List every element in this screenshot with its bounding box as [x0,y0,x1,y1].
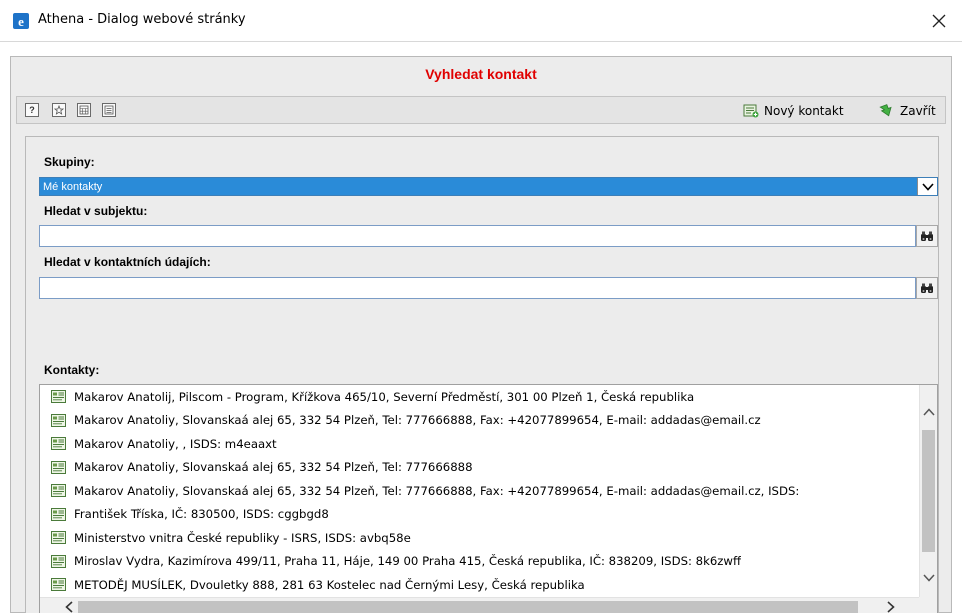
list-item[interactable]: Makarov Anatoliy, Slovanskaá alej 65, 33… [40,409,920,433]
new-contact-button[interactable]: Nový kontakt [743,101,844,121]
dialog-header: Vyhledat kontakt [11,57,951,90]
contact-card-icon [51,413,66,427]
contact-text: Makarov Anatoliy, Slovanskaá alej 65, 33… [74,413,761,428]
page-title: Vyhledat kontakt [425,65,537,82]
list-item[interactable]: Makarov Anatoliy, , ISDS: m4eaaxt [40,432,920,456]
groups-select-value: Mé kontakty [43,180,103,193]
search-subject-label: Hledat v subjektu: [44,204,148,218]
binoculars-icon [921,283,933,293]
scroll-right-icon[interactable] [882,598,900,613]
list-view-icon[interactable] [102,103,116,117]
favorite-icon[interactable] [52,103,66,117]
help-icon[interactable]: ? [25,103,39,117]
close-icon [932,14,946,28]
contact-card-icon [51,507,66,521]
contact-card-icon [51,531,66,545]
search-contact-button[interactable] [916,277,938,299]
contact-text: METODĚJ MUSÍLEK, Dvouletky 888, 281 63 K… [74,577,585,592]
new-contact-label: Nový kontakt [764,104,844,118]
contact-text: Makarov Anatoliy, Slovanskaá alej 65, 33… [74,483,800,498]
list-item[interactable]: Makarov Anatoliy, Slovanskaá alej 65, 33… [40,456,920,480]
close-dialog-button[interactable]: Zavřít [879,101,936,121]
list-item[interactable]: Miroslav Vydra, Kazimírova 499/11, Praha… [40,550,920,574]
new-contact-icon [743,104,759,118]
contact-card-icon [51,390,66,404]
scroll-down-icon[interactable] [920,569,937,587]
contact-text: Makarov Anatolij, Pilscom - Program, Kří… [74,389,695,404]
vertical-scroll-thumb[interactable] [922,430,935,552]
window-title: Athena - Dialog webové stránky [38,12,246,27]
contacts-label: Kontakty: [44,363,100,377]
binoculars-icon [921,231,933,241]
search-subject-button[interactable] [916,225,938,247]
search-panel: Skupiny: Mé kontakty Hledat v subjektu: [25,136,939,613]
scroll-corner [919,597,937,613]
window-close-button[interactable] [916,0,962,42]
close-dialog-label: Zavřít [900,104,936,118]
search-contact-label: Hledat v kontaktních údajích: [44,255,211,269]
ie-icon: e [13,13,29,29]
search-contact-input[interactable] [39,277,916,299]
scroll-left-icon[interactable] [60,598,78,613]
list-item[interactable]: František Tříska, IČ: 830500, ISDS: cggb… [40,503,920,527]
contact-text: Ministerstvo vnitra České republiky - IS… [74,530,411,545]
contacts-rows: Makarov Anatolij, Pilscom - Program, Kří… [40,385,920,597]
contact-text: Makarov Anatoliy, Slovanskaá alej 65, 33… [74,460,473,475]
groups-select[interactable]: Mé kontakty [39,177,938,196]
groups-label: Skupiny: [44,155,95,169]
dialog: Vyhledat kontakt ? Nový kontakt Zavřít S… [10,56,952,613]
scroll-up-icon[interactable] [920,403,937,421]
contact-card-icon [51,460,66,474]
search-subject-row [39,225,938,247]
svg-text:e: e [18,14,24,29]
contact-card-icon [51,578,66,592]
contact-card-icon [51,437,66,451]
list-item[interactable]: Ministerstvo vnitra České republiky - IS… [40,526,920,550]
search-contact-row [39,277,938,299]
exit-arrow-icon [879,104,892,117]
list-item[interactable]: Makarov Anatoliy, Slovanskaá alej 65, 33… [40,479,920,503]
contact-text: Miroslav Vydra, Kazimírova 499/11, Praha… [74,554,742,569]
horizontal-scroll-thumb[interactable] [78,601,858,613]
contacts-list[interactable]: Makarov Anatolij, Pilscom - Program, Kří… [39,384,938,613]
search-subject-input[interactable] [39,225,916,247]
calendar-icon[interactable] [77,103,91,117]
chevron-down-icon[interactable] [917,178,937,195]
contact-text: František Tříska, IČ: 830500, ISDS: cggb… [74,507,329,522]
list-item[interactable]: METODĚJ MUSÍLEK, Dvouletky 888, 281 63 K… [40,573,920,597]
contact-card-icon [51,484,66,498]
toolbar: ? Nový kontakt Zavřít [16,96,946,124]
contact-card-icon [51,554,66,568]
horizontal-scrollbar[interactable] [40,597,920,613]
list-item[interactable]: Makarov Anatolij, Pilscom - Program, Kří… [40,385,920,409]
window-titlebar: e Athena - Dialog webové stránky [0,0,962,42]
vertical-scrollbar[interactable] [919,385,937,597]
contact-text: Makarov Anatoliy, , ISDS: m4eaaxt [74,436,277,451]
